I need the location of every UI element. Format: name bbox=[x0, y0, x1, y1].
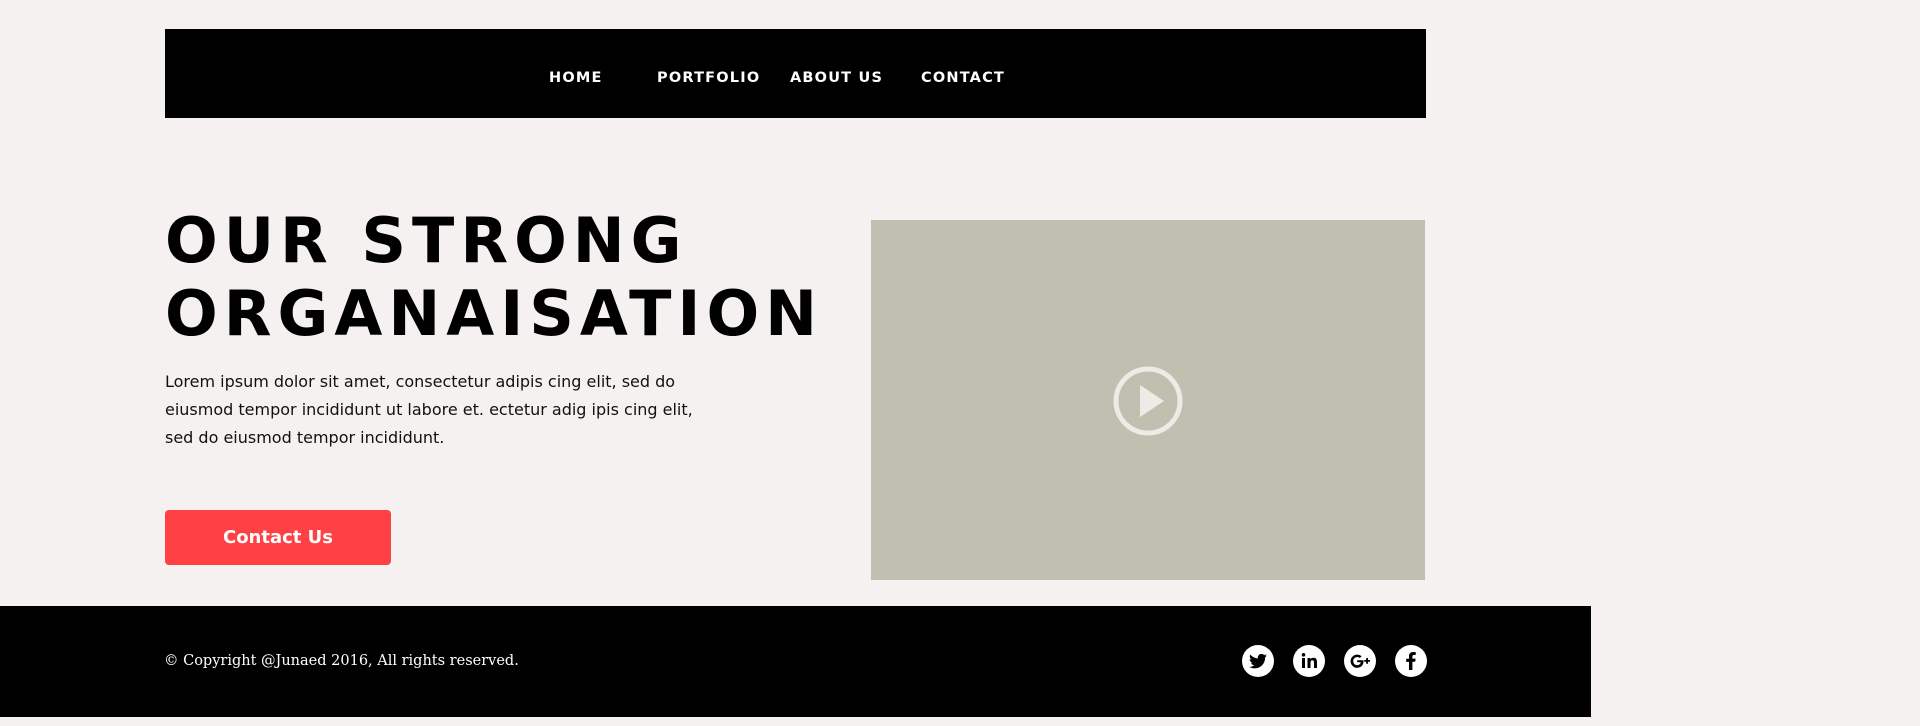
google-plus-icon bbox=[1350, 654, 1370, 668]
hero-description: Lorem ipsum dolor sit amet, consectetur … bbox=[165, 372, 693, 447]
nav-contact-link[interactable]: CONTACT bbox=[921, 29, 1005, 118]
facebook-icon bbox=[1406, 652, 1416, 670]
nav-home-link[interactable]: HOME bbox=[549, 29, 603, 118]
linkedin-icon bbox=[1301, 653, 1317, 668]
twitter-link[interactable] bbox=[1242, 645, 1274, 677]
twitter-icon bbox=[1248, 653, 1267, 669]
contact-us-button[interactable]: Contact Us bbox=[165, 510, 391, 565]
video-player[interactable] bbox=[871, 220, 1425, 580]
nav-portfolio-link[interactable]: PORTFOLIO bbox=[657, 29, 760, 118]
nav-about-us-link[interactable]: ABOUT US bbox=[790, 29, 883, 118]
google-plus-link[interactable] bbox=[1344, 645, 1376, 677]
page: HOME PORTFOLIO ABOUT US CONTACT OUR STRO… bbox=[0, 0, 1920, 726]
hero-title-line-1: OUR STRONG bbox=[165, 204, 688, 277]
facebook-link[interactable] bbox=[1395, 645, 1427, 677]
hero-title: OUR STRONG ORGANAISATION bbox=[165, 204, 823, 350]
top-navbar: HOME PORTFOLIO ABOUT US CONTACT bbox=[165, 29, 1426, 118]
copyright-text: © Copyright @Junaed 2016, All rights res… bbox=[164, 653, 519, 669]
footer: © Copyright @Junaed 2016, All rights res… bbox=[0, 606, 1591, 717]
hero-title-line-2: ORGANAISATION bbox=[165, 277, 824, 350]
linkedin-link[interactable] bbox=[1293, 645, 1325, 677]
play-circle-icon[interactable] bbox=[1112, 365, 1184, 437]
